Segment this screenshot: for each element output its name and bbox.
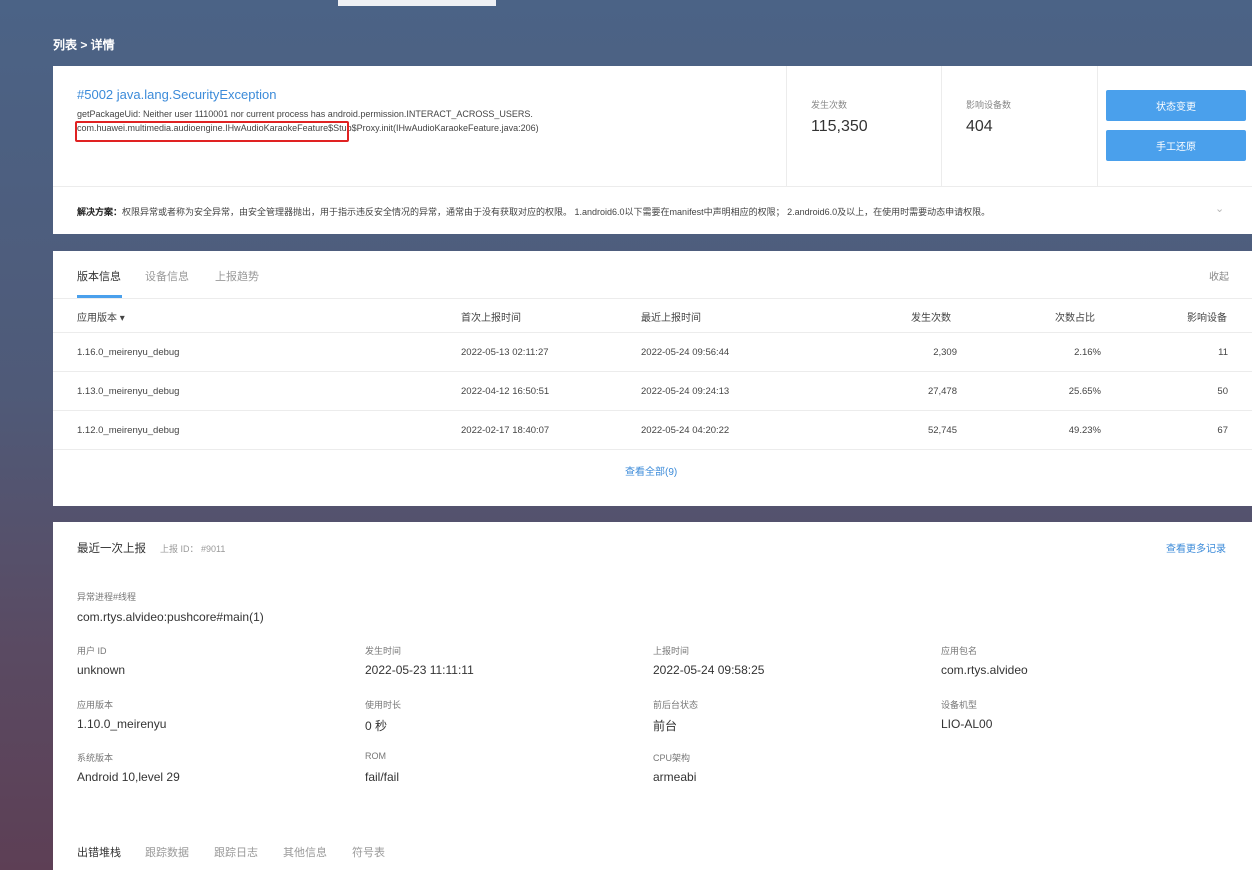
- tab-report-trend[interactable]: 上报趋势: [215, 268, 259, 284]
- fg-bg-state-value: 前台: [653, 719, 678, 733]
- cell-ratio: 25.65%: [1068, 386, 1101, 397]
- solution-label: 解决方案：: [77, 207, 123, 217]
- app-version-value: 1.10.0_meirenyu: [77, 717, 167, 731]
- tab-symbol-table[interactable]: 符号表: [352, 844, 385, 860]
- occur-time-label: 发生时间: [365, 646, 402, 656]
- cell-first-report: 2022-02-17 18:40:07: [461, 425, 550, 436]
- top-tab-stub: [338, 0, 496, 6]
- tab-error-stack[interactable]: 出错堆栈: [77, 844, 121, 860]
- table-row[interactable]: 1.12.0_meirenyu_debug 2022-02-17 18:40:0…: [53, 411, 1252, 450]
- cell-last-report: 2022-05-24 09:24:13: [641, 386, 730, 397]
- divider: [53, 186, 1252, 187]
- cell-app-version: 1.16.0_meirenyu_debug: [77, 347, 180, 358]
- cell-devices: 11: [1218, 347, 1228, 358]
- exception-info: #5002 java.lang.SecurityException getPac…: [53, 66, 786, 186]
- device-model-label: 设备机型: [941, 700, 978, 710]
- solution-text: 解决方案：权限异常或者称为安全异常，由安全管理器抛出，用于指示违反安全情况的异常…: [77, 205, 990, 218]
- column-header-first-report: 首次上报时间: [461, 313, 521, 324]
- cell-last-report: 2022-05-24 04:20:22: [641, 425, 730, 436]
- cell-occurrences: 52,745: [927, 425, 957, 436]
- cell-ratio: 49.23%: [1068, 425, 1101, 436]
- user-id-value: unknown: [77, 663, 126, 677]
- cpu-arch-label: CPU架构: [653, 753, 691, 763]
- usage-duration-label: 使用时长: [365, 700, 402, 710]
- cell-ratio: 2.16%: [1074, 347, 1101, 358]
- column-header-occurrences: 发生次数: [911, 313, 951, 324]
- report-time-value: 2022-05-24 09:58:25: [653, 663, 765, 677]
- exception-summary-card: #5002 java.lang.SecurityException getPac…: [53, 66, 1252, 234]
- app-version-label: 应用版本: [77, 700, 114, 710]
- occur-time-value: 2022-05-23 11:11:11: [365, 663, 474, 677]
- manual-restore-button[interactable]: 手工还原: [1106, 130, 1246, 161]
- tab-device-info[interactable]: 设备信息: [145, 268, 189, 284]
- process-thread-label: 异常进程#线程: [77, 592, 137, 602]
- cell-occurrences: 2,309: [933, 347, 957, 358]
- column-header-ratio: 次数占比: [1055, 313, 1095, 324]
- exception-message: getPackageUid: Neither user 1110001 nor …: [77, 109, 533, 119]
- report-time-label: 上报时间: [653, 646, 690, 656]
- package-name-value: com.rtys.alvideo: [941, 663, 1028, 677]
- more-records-link[interactable]: 查看更多记录: [1166, 540, 1226, 555]
- package-name-label: 应用包名: [941, 646, 978, 656]
- user-id-label: 用户 ID: [77, 646, 107, 656]
- usage-duration-value: 0 秒: [365, 719, 388, 733]
- table-row[interactable]: 1.13.0_meirenyu_debug 2022-04-12 16:50:5…: [53, 372, 1252, 411]
- solution-body: 权限异常或者称为安全异常，由安全管理器抛出，用于指示违反安全情况的异常，通常由于…: [122, 207, 991, 217]
- last-report-title: 最近一次上报: [77, 543, 146, 555]
- cell-app-version: 1.12.0_meirenyu_debug: [77, 425, 180, 436]
- report-id: 上报 ID： #9011: [160, 544, 226, 554]
- table-row[interactable]: 1.16.0_meirenyu_debug 2022-05-13 02:11:2…: [53, 333, 1252, 372]
- column-header-devices: 影响设备: [1187, 313, 1227, 324]
- version-info-card: 版本信息 设备信息 上报趋势 收起 应用版本 ▾ 首次上报时间 最近上报时间 发…: [53, 251, 1252, 506]
- os-version-label: 系统版本: [77, 753, 114, 763]
- cell-occurrences: 27,478: [927, 386, 957, 397]
- device-model-value: LIO-AL00: [941, 717, 993, 731]
- view-all-link[interactable]: 查看全部(9): [625, 463, 677, 478]
- cell-app-version: 1.13.0_meirenyu_debug: [77, 386, 180, 397]
- exception-title[interactable]: #5002 java.lang.SecurityException: [77, 87, 276, 102]
- occurrences-value: 115,350: [811, 118, 868, 135]
- status-change-button[interactable]: 状态变更: [1106, 90, 1246, 121]
- chevron-down-icon[interactable]: ⌄: [1215, 202, 1224, 215]
- occurrences-stat: 发生次数 115,350: [786, 66, 941, 186]
- action-panel: 状态变更 手工还原: [1097, 66, 1252, 186]
- column-header-last-report: 最近上报时间: [641, 313, 701, 324]
- affected-devices-value: 404: [966, 118, 993, 135]
- affected-devices-stat: 影响设备数 404: [941, 66, 1097, 186]
- column-header-app-version[interactable]: 应用版本 ▾: [77, 309, 125, 324]
- last-report-card: 最近一次上报 上报 ID： #9011 查看更多记录 异常进程#线程 com.r…: [53, 522, 1252, 870]
- fg-bg-state-label: 前后台状态: [653, 700, 699, 710]
- rom-value: fail/fail: [365, 770, 400, 784]
- cpu-arch-value: armeabi: [653, 770, 697, 784]
- highlight-annotation-box: [75, 121, 349, 142]
- breadcrumb[interactable]: 列表 > 详情: [53, 36, 115, 53]
- occurrences-label: 发生次数: [811, 100, 848, 110]
- cell-first-report: 2022-04-12 16:50:51: [461, 386, 550, 397]
- affected-devices-label: 影响设备数: [966, 100, 1012, 110]
- process-thread-value: com.rtys.alvideo:pushcore#main(1): [77, 610, 264, 624]
- cell-devices: 67: [1217, 425, 1228, 436]
- cell-last-report: 2022-05-24 09:56:44: [641, 347, 730, 358]
- cell-devices: 50: [1217, 386, 1228, 397]
- tab-version-info[interactable]: 版本信息: [77, 268, 121, 284]
- tab-trace-log[interactable]: 跟踪日志: [214, 844, 258, 860]
- divider: [53, 298, 1252, 299]
- tab-other-info[interactable]: 其他信息: [283, 844, 327, 860]
- cell-first-report: 2022-05-13 02:11:27: [461, 347, 549, 358]
- tab-trace-data[interactable]: 跟踪数据: [145, 844, 189, 860]
- collapse-link[interactable]: 收起: [1209, 268, 1229, 283]
- rom-label: ROM: [365, 751, 386, 761]
- os-version-value: Android 10,level 29: [77, 770, 180, 784]
